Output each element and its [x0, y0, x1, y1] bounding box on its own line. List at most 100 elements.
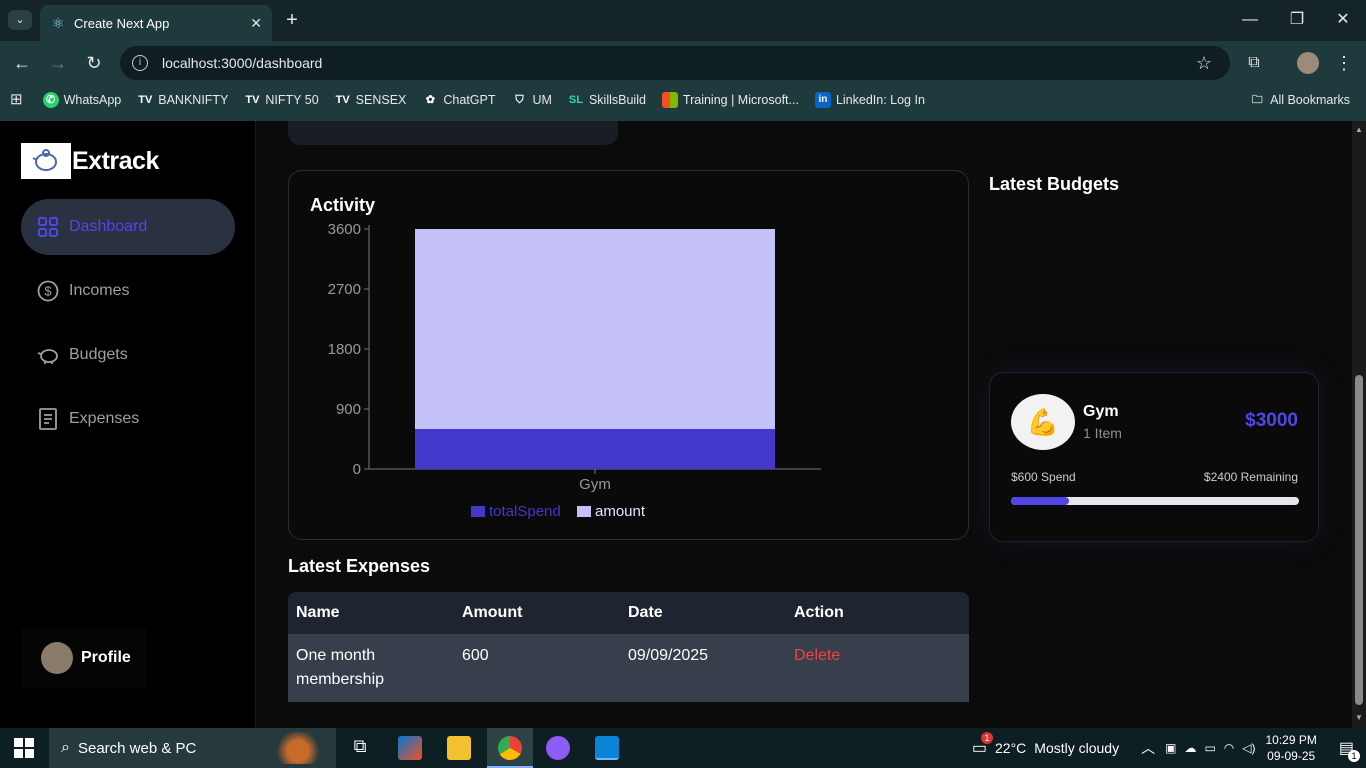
- app-name: Extrack: [72, 146, 159, 175]
- sidebar-item-label: Incomes: [69, 282, 130, 299]
- bookmark-training-microsoft[interactable]: Training | Microsoft...: [661, 92, 799, 108]
- bar-amount: [415, 229, 775, 429]
- site-info-icon[interactable]: i: [132, 55, 148, 71]
- bookmark-um[interactable]: ⛉ UM: [512, 92, 552, 108]
- chevron-up-icon[interactable]: ︿: [1141, 738, 1155, 758]
- svg-text:$: $: [44, 284, 52, 299]
- restore-icon[interactable]: ❐: [1287, 10, 1307, 30]
- file-explorer-icon[interactable]: [447, 736, 471, 760]
- reload-icon[interactable]: ↻: [84, 53, 104, 73]
- apps-grid-icon[interactable]: ⊞: [10, 90, 23, 110]
- linkedin-icon: in: [814, 92, 831, 108]
- legend-label-amount: amount: [595, 503, 646, 520]
- profile-avatar-icon[interactable]: [1297, 52, 1319, 74]
- sidebar-item-budgets[interactable]: Budgets: [21, 327, 235, 383]
- chrome-icon: [498, 736, 522, 760]
- close-icon[interactable]: ✕: [250, 15, 262, 32]
- cell-name: One month membership: [296, 647, 385, 688]
- header-name: Name: [296, 604, 340, 621]
- budget-progress-fill: [1011, 497, 1069, 505]
- bookmark-linkedin[interactable]: in LinkedIn: Log In: [814, 92, 925, 108]
- chatgpt-icon: ✿: [425, 94, 435, 106]
- task-view-icon[interactable]: ⧉: [348, 736, 372, 760]
- url-text[interactable]: localhost:3000/dashboard: [162, 55, 322, 71]
- wifi-icon[interactable]: ◠: [1224, 741, 1234, 755]
- taskbar-search[interactable]: ⌕ Search web & PC: [49, 728, 336, 768]
- dollar-circle-icon: $: [37, 280, 59, 302]
- avatar: [41, 642, 73, 674]
- bookmark-banknifty[interactable]: TV BANKNIFTY: [137, 92, 228, 108]
- onedrive-icon[interactable]: ☁: [1184, 741, 1196, 755]
- grid-icon: [37, 216, 59, 238]
- new-tab-icon[interactable]: +: [282, 10, 302, 30]
- browser-chrome: ⌄ ⚛ Create Next App ✕ + — ❐ ✕ ← → ↻ i lo…: [0, 0, 1366, 121]
- battery-icon[interactable]: ▭: [1204, 741, 1215, 755]
- sidebar: Extrack Dashboard $ Incomes Budgets Expe…: [0, 121, 256, 728]
- extensions-icon[interactable]: ⧉: [1244, 53, 1264, 73]
- bookmark-chatgpt[interactable]: ✿ ChatGPT: [422, 92, 496, 108]
- scroll-down-icon[interactable]: ▼: [1355, 713, 1363, 722]
- bar-totalSpend: [415, 429, 775, 469]
- y-tick-label: 3600: [328, 221, 361, 238]
- cell-amount: 600: [462, 647, 489, 664]
- sidebar-item-label: Dashboard: [69, 218, 148, 235]
- weather-temp[interactable]: 22°C: [995, 740, 1026, 756]
- budget-name: Gym: [1083, 403, 1119, 420]
- receipt-icon: [37, 408, 59, 430]
- main-content: Activity 0 900 1800 2700 3600 Gym totalSpend am…: [256, 121, 1352, 728]
- windows-start-icon[interactable]: [14, 738, 34, 758]
- app-logo[interactable]: Extrack: [21, 143, 159, 179]
- tradingview-icon: TV: [138, 94, 153, 106]
- weather-text[interactable]: Mostly cloudy: [1034, 740, 1119, 756]
- weather-icon[interactable]: ▭ 1: [972, 732, 993, 758]
- bookmark-whatsapp[interactable]: ✆ WhatsApp: [42, 92, 121, 108]
- bookmarks-bar: ⊞ ✆ WhatsApp TV BANKNIFTY TV NIFTY 50 TV SEN…: [0, 88, 1366, 112]
- notifications-icon[interactable]: ▤ 1: [1339, 738, 1360, 762]
- sidebar-item-dashboard[interactable]: Dashboard: [21, 199, 235, 255]
- delete-button[interactable]: Delete: [794, 647, 840, 664]
- page-scrollbar[interactable]: ▲ ▼: [1352, 121, 1366, 728]
- bookmark-star-icon[interactable]: ☆: [1194, 53, 1214, 73]
- sidebar-item-incomes[interactable]: $ Incomes: [21, 263, 235, 319]
- chrome-taskbar-button[interactable]: [487, 728, 533, 768]
- budget-item-count: 1 Item: [1083, 425, 1122, 441]
- bookmark-skillsbuild[interactable]: SL SkillsBuild: [568, 92, 646, 108]
- budget-card-gym[interactable]: 💪 Gym 1 Item $3000 $600 Spend $2400 Rema…: [989, 372, 1319, 542]
- tab-create-next-app[interactable]: ⚛ Create Next App ✕: [40, 5, 272, 41]
- legend-label-totalSpend: totalSpend: [489, 503, 561, 520]
- scroll-up-icon[interactable]: ▲: [1355, 125, 1363, 134]
- legend-swatch-totalSpend: [471, 506, 485, 517]
- meet-now-icon[interactable]: ▣: [1165, 741, 1176, 755]
- back-arrow-icon[interactable]: ←: [12, 53, 32, 73]
- minimize-icon[interactable]: —: [1240, 10, 1260, 30]
- budget-progress-bar: [1011, 497, 1299, 505]
- whatsapp-icon: ✆: [42, 92, 59, 108]
- menu-kebab-icon[interactable]: ⋮: [1334, 53, 1354, 73]
- scrollbar-thumb[interactable]: [1355, 375, 1363, 705]
- header-action: Action: [794, 604, 844, 621]
- y-tick-label: 1800: [328, 341, 361, 358]
- all-bookmarks[interactable]: 🗀 All Bookmarks: [1249, 92, 1350, 108]
- notification-count: 1: [1348, 750, 1360, 762]
- tab-search-chevron-icon[interactable]: ⌄: [8, 10, 32, 30]
- search-placeholder: Search web & PC: [77, 739, 197, 757]
- activity-card: Activity 0 900 1800 2700 3600 Gym totalSpend am…: [288, 170, 969, 540]
- forward-arrow-icon[interactable]: →: [48, 53, 68, 73]
- github-icon[interactable]: [546, 736, 570, 760]
- activity-title: Activity: [310, 195, 376, 215]
- address-bar[interactable]: i localhost:3000/dashboard: [120, 46, 1230, 80]
- profile-button[interactable]: Profile: [21, 629, 147, 687]
- store-icon[interactable]: [398, 736, 422, 760]
- summary-card: [288, 121, 618, 145]
- bookmark-sensex[interactable]: TV SENSEX: [335, 92, 407, 108]
- budget-spend: $600 Spend: [1011, 470, 1076, 484]
- sidebar-item-expenses[interactable]: Expenses: [21, 391, 235, 447]
- volume-icon[interactable]: ◁): [1242, 741, 1255, 755]
- window-close-icon[interactable]: ✕: [1333, 10, 1353, 30]
- expenses-table: Name Amount Date Action One month member…: [288, 592, 969, 702]
- clock[interactable]: 10:29 PM 09-09-25: [1266, 732, 1317, 764]
- shield-icon: ⛉: [515, 94, 524, 106]
- piggy-bank-icon: [37, 344, 59, 366]
- bookmark-nifty50[interactable]: TV NIFTY 50: [244, 92, 318, 108]
- vscode-icon[interactable]: [595, 736, 619, 760]
